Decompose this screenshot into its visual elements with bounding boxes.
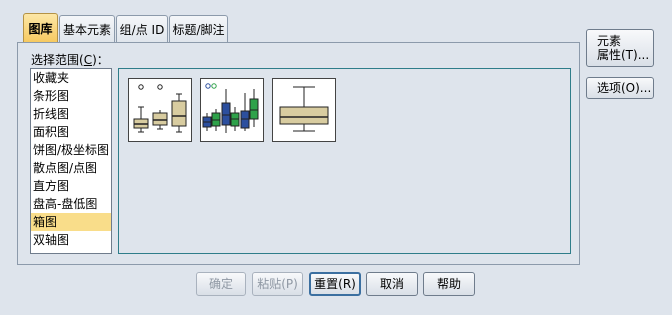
list-item-scatter-dot[interactable]: 散点图/点图: [31, 159, 111, 177]
clustered-boxplot-icon[interactable]: [200, 78, 264, 142]
tab-basic-elements[interactable]: 基本元素: [59, 15, 115, 43]
ok-button[interactable]: 确定: [196, 272, 246, 296]
list-item-high-low[interactable]: 盘高-盘低图: [31, 195, 111, 213]
chart-type-list[interactable]: 收藏夹 条形图 折线图 面积图 饼图/极坐标图 散点图/点图 直方图 盘高-盘低…: [30, 68, 112, 254]
chart-thumbnail-area: [118, 68, 571, 254]
reset-button[interactable]: 重置(R): [309, 272, 361, 296]
list-item-histogram[interactable]: 直方图: [31, 177, 111, 195]
list-item-boxplot[interactable]: 箱图: [31, 213, 111, 231]
tab-titles-footnotes[interactable]: 标题/脚注: [169, 15, 228, 43]
list-item-pie-polar[interactable]: 饼图/极坐标图: [31, 141, 111, 159]
gallery-panel: 选择范围(C)： 收藏夹 条形图 折线图 面积图 饼图/极坐标图 散点图/点图 …: [17, 42, 580, 265]
simple-boxplot-icon[interactable]: [128, 78, 192, 142]
tab-gallery[interactable]: 图库: [23, 13, 58, 44]
list-item-favorites[interactable]: 收藏夹: [31, 69, 111, 87]
list-item-bar[interactable]: 条形图: [31, 87, 111, 105]
help-button[interactable]: 帮助: [423, 272, 475, 296]
cancel-button[interactable]: 取消: [366, 272, 418, 296]
list-item-dual-axes[interactable]: 双轴图: [31, 231, 111, 249]
choose-from-label: 选择范围(C)：: [31, 53, 109, 67]
options-button[interactable]: 选项(O)...: [586, 77, 654, 99]
element-properties-button[interactable]: 元素 属性(T)...: [586, 29, 654, 67]
list-item-line[interactable]: 折线图: [31, 105, 111, 123]
tab-group-point-id[interactable]: 组/点 ID: [116, 15, 168, 43]
paste-button[interactable]: 粘贴(P): [252, 272, 303, 296]
1d-boxplot-icon[interactable]: [272, 78, 336, 142]
list-item-area[interactable]: 面积图: [31, 123, 111, 141]
